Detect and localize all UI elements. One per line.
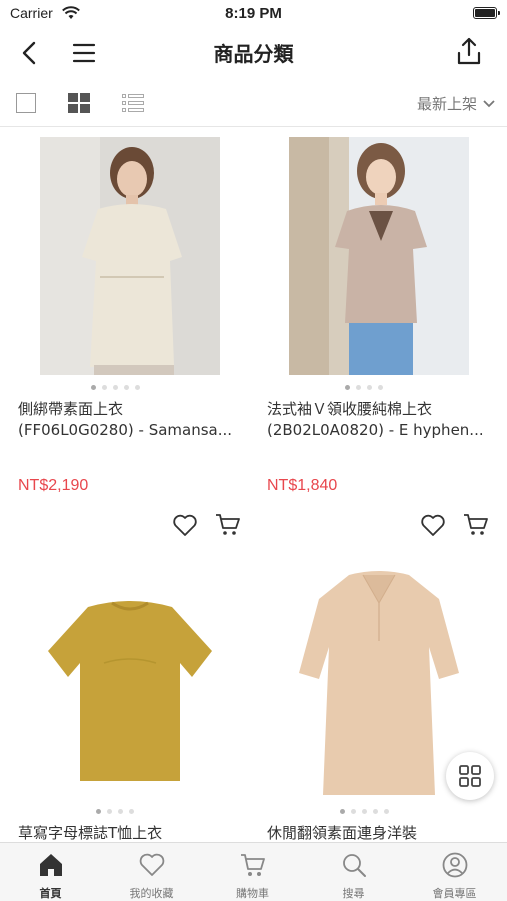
image-pager-dots [0,385,230,390]
tab-favorites[interactable]: 我的收藏 [101,843,202,901]
list-view-icon[interactable] [122,94,144,112]
bottom-tab-bar: 首頁 我的收藏 購物車 搜尋 會員專區 [0,842,507,901]
product-card[interactable]: 法式袖Ｖ領收腰純棉上衣 (2B02L0A0820) - E hyphen... … [249,127,488,547]
heart-icon[interactable] [420,513,446,537]
tab-label: 購物車 [236,887,269,900]
product-image[interactable] [40,567,220,805]
product-name-line: 草寫字母標誌T恤上衣 [18,824,163,842]
heart-icon [139,853,165,876]
product-name-line: 法式袖Ｖ領收腰純棉上衣 [267,400,433,418]
product-name-line: 側綁帶素面上衣 [18,400,124,418]
category-grid-button[interactable] [446,752,494,800]
grid-icon [459,765,481,787]
tab-member[interactable]: 會員專區 [404,843,505,901]
product-name[interactable]: 側綁帶素面上衣 (FF06L0G0280) - Samansa... [18,399,238,441]
image-pager-dots [249,385,479,390]
product-name-line: 休閒翻領素面連身洋裝 [267,824,418,842]
sort-dropdown[interactable]: 最新上架 [417,93,495,114]
navigation-bar: 商品分類 [0,28,507,78]
image-pager-dots [0,809,230,814]
product-image[interactable] [289,137,469,375]
tab-cart[interactable]: 購物車 [202,843,303,901]
image-pager-dots [249,809,479,814]
product-image[interactable] [289,563,469,801]
product-price: NT$1,840 [267,477,338,494]
grid-view-icon[interactable] [68,93,90,113]
product-card[interactable]: 側綁帶素面上衣 (FF06L0G0280) - Samansa... NT$2,… [0,127,240,547]
cart-icon [241,854,265,876]
tab-label: 我的收藏 [129,887,174,900]
cart-icon[interactable] [215,513,241,537]
product-code-line: (FF06L0G0280) - Samansa... [18,421,233,439]
search-icon [343,854,366,877]
product-image[interactable] [40,137,220,375]
product-price: NT$2,190 [18,477,89,494]
sort-label: 最新上架 [416,95,477,113]
tab-search[interactable]: 搜尋 [303,843,404,901]
single-view-icon[interactable] [16,93,36,113]
chevron-down-icon [483,99,495,107]
clock: 8:19 PM [225,5,282,22]
view-toolbar: 最新上架 [0,80,507,127]
cart-icon[interactable] [463,513,489,537]
product-code-line: (2B02L0A0820) - E hyphen... [267,421,484,439]
battery-icon [473,7,500,19]
home-icon [40,854,62,876]
status-bar: Carrier 8:19 PM [0,0,507,28]
heart-icon[interactable] [172,513,198,537]
product-name[interactable]: 法式袖Ｖ領收腰純棉上衣 (2B02L0A0820) - E hyphen... [267,399,487,441]
tab-home[interactable]: 首頁 [0,843,101,901]
product-card[interactable]: 草寫字母標誌T恤上衣 [0,557,230,847]
product-card[interactable]: 休閒翻領素面連身洋裝 [249,557,479,847]
product-name[interactable]: 草寫字母標誌T恤上衣 [18,823,238,844]
page-title: 商品分類 [213,42,294,66]
tab-label: 首頁 [39,887,62,900]
user-icon [442,852,468,878]
tab-label: 會員專區 [432,887,477,900]
share-icon[interactable] [456,36,482,66]
tab-label: 搜尋 [342,887,365,900]
product-name[interactable]: 休閒翻領素面連身洋裝 [267,823,487,844]
